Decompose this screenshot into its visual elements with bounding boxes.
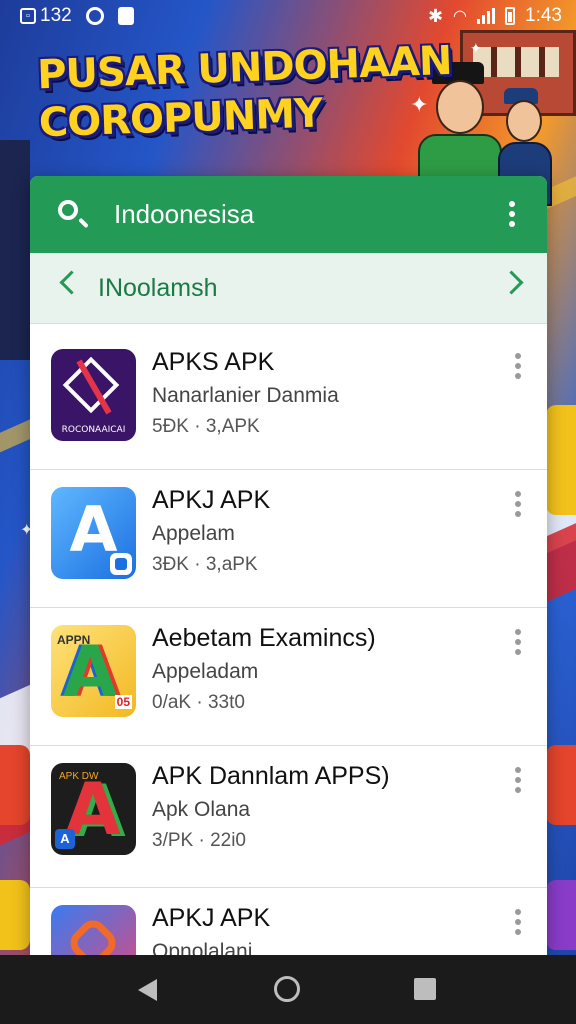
chevron-right-icon[interactable]: [499, 270, 524, 295]
dark-a-icon[interactable]: APK DW A A: [51, 763, 136, 855]
item-overflow-menu-icon[interactable]: [515, 491, 521, 521]
bluetooth-icon: ✱: [427, 5, 444, 26]
result-item[interactable]: APKJ APK Opnolalani: [30, 887, 547, 955]
item-overflow-menu-icon[interactable]: [515, 767, 521, 797]
app-meta: 3ÐK · 3,aPK: [152, 554, 258, 575]
item-overflow-menu-icon[interactable]: [515, 909, 521, 939]
result-item[interactable]: A APKJ APK Appelam 3ÐK · 3,aPK: [30, 469, 547, 608]
item-overflow-menu-icon[interactable]: [515, 629, 521, 659]
status-bar: ▫ 132 ✱ ◠ 1:43: [0, 0, 576, 32]
home-icon[interactable]: [274, 976, 300, 1002]
result-item[interactable]: APPN A 05 Aebetam Examincs) Appeladam 0/…: [30, 607, 547, 746]
colorful-a-icon[interactable]: APPN A 05: [51, 625, 136, 717]
app-meta: 5ÐK · 3,APK: [152, 416, 260, 437]
app-developer: Opnolalani: [152, 940, 253, 955]
wifi-icon: ◠: [453, 8, 468, 25]
app-developer: Apk Olana: [152, 798, 251, 821]
search-panel: Indoonesisa INoolamsh ROCONAAICAI APKS A…: [30, 176, 547, 955]
person-silhouette: [0, 140, 30, 360]
app-title[interactable]: Aebetam Examincs): [152, 623, 376, 653]
app-notification-icon: [85, 7, 104, 25]
background-card: [546, 745, 576, 825]
signal-icon: [477, 8, 496, 24]
shopping-bag-icon: [117, 7, 134, 25]
diamond-logo-icon[interactable]: ROCONAAICAI: [51, 349, 136, 441]
suggestion-bar: INoolamsh: [30, 253, 547, 324]
result-item[interactable]: APK DW A A APK Dannlam APPS) Apk Olana 3…: [30, 745, 547, 888]
icon-corner-badge: 05: [114, 695, 132, 709]
navigation-bar: [0, 955, 576, 1024]
battery-icon: [505, 7, 516, 25]
app-title[interactable]: APKJ APK: [152, 485, 270, 515]
overflow-menu-icon[interactable]: [509, 201, 515, 231]
app-title[interactable]: APKJ APK: [152, 903, 270, 933]
search-input[interactable]: Indoonesisa: [114, 198, 254, 230]
back-icon[interactable]: [138, 979, 157, 1001]
app-store-a-icon[interactable]: A: [51, 487, 136, 579]
notification-count: ▫ 132: [20, 5, 72, 27]
app-developer: Appeladam: [152, 660, 259, 683]
icon-caption: ROCONAAICAI: [61, 425, 126, 435]
icon-corner-badge: A: [55, 829, 75, 849]
item-overflow-menu-icon[interactable]: [515, 353, 521, 383]
search-icon[interactable]: [58, 200, 78, 220]
app-title[interactable]: APK Dannlam APPS): [152, 761, 390, 791]
app-meta: 0/aK · 33t0: [152, 692, 245, 713]
background-card: [0, 880, 30, 950]
recents-icon[interactable]: [414, 978, 436, 1000]
background-card: [546, 880, 576, 950]
notification-box-icon: ▫: [20, 8, 36, 24]
clock: 1:43: [525, 5, 562, 26]
app-developer: Nanarlanier Danmia: [152, 384, 339, 407]
app-meta: 3/PK · 22i0: [152, 830, 246, 851]
result-item[interactable]: ROCONAAICAI APKS APK Nanarlanier Danmia …: [30, 331, 547, 470]
background-card: [546, 405, 576, 515]
chevron-left-icon[interactable]: [59, 270, 84, 295]
search-bar[interactable]: Indoonesisa: [30, 176, 547, 253]
background-card: [0, 745, 30, 825]
banner-title: PUSAR UNDOHAAN COROPUNMY: [36, 37, 453, 147]
suggestion-chip[interactable]: INoolamsh: [98, 273, 218, 303]
heart-logo-icon[interactable]: [51, 905, 136, 955]
app-title[interactable]: APKS APK: [152, 347, 274, 377]
sparkle-icon: ✦: [470, 40, 482, 56]
app-developer: Appelam: [152, 522, 235, 545]
